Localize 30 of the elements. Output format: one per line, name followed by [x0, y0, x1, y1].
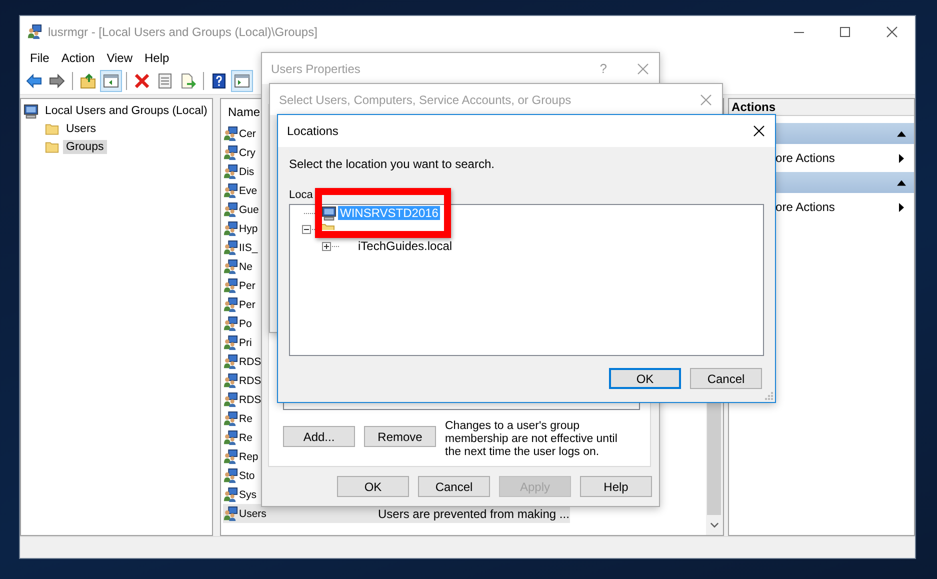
dialog-title: Locations [287, 124, 338, 138]
group-name: Per [239, 280, 256, 292]
group-name: Rep [239, 450, 258, 462]
membership-note: Changes to a user's group membership are not effective until the next time the user logs on. [445, 420, 618, 459]
group-name: Cer [239, 128, 256, 140]
group-name: Per [239, 298, 256, 310]
group-name: IIS_ [239, 242, 258, 254]
group-name: Sys [239, 488, 257, 500]
dialog-title: Users Properties [271, 62, 360, 76]
group-name: RDS [239, 374, 262, 386]
group-name: RDS [239, 394, 262, 406]
group-name: Users [239, 508, 266, 520]
group-name: Ne [239, 260, 252, 272]
window-title: lusrmgr - [Local Users and Groups (Local)\Groups] [48, 24, 318, 38]
group-name: Gue [239, 204, 259, 216]
prompt-text: Select the location you want to search. [289, 157, 496, 171]
actions-title: Actions [732, 100, 776, 114]
group-name: Re [239, 412, 252, 424]
group-name: Sto [239, 470, 255, 482]
group-name: RDS [239, 356, 262, 368]
group-name: Re [239, 432, 252, 444]
field-label: Loca [289, 189, 313, 201]
group-name: Cry [239, 146, 256, 158]
group-name: Hyp [239, 222, 258, 234]
dialog-title: Select Users, Computers, Service Accounts, or Groups [279, 92, 572, 106]
group-name: Dis [239, 166, 254, 178]
group-name: Po [239, 318, 252, 330]
group-name: Pri [239, 336, 252, 348]
group-name: Eve [239, 184, 258, 196]
group-description: Users are prevented from making ... [378, 506, 570, 520]
